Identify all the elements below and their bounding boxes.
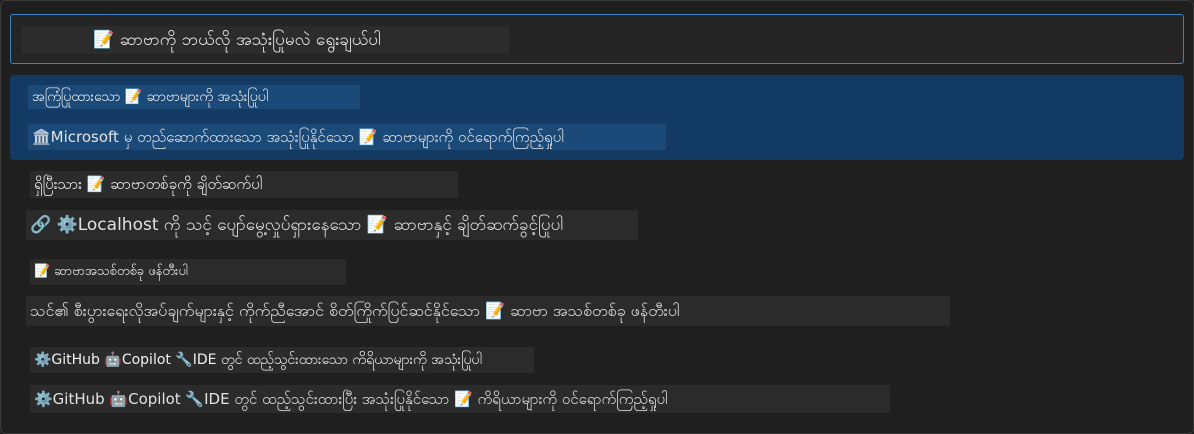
list-item-description: 🔗 ⚙️Localhost ကို သင့် ပျော်မွေ့လှုပ်ရှာ… <box>26 210 638 240</box>
list-item-description: ⚙️GitHub 🤖Copilot 🔧IDE တွင် ထည့်သွင်းထား… <box>30 385 890 413</box>
list-item-description: 🏛️Microsoft မှ တည်ဆောက်ထားသော အသုံးပြုနိ… <box>28 124 666 150</box>
search-input[interactable]: 📝 ဆာဗာကို ဘယ်လို အသုံးပြုမလဲ ရွေးချယ်ပါ <box>10 14 1184 64</box>
list-item-create-new-server[interactable]: 📝 ဆာဗာအသစ်တစ်ခု ဖန်တီးပါ သင်၏ စီးပွားရေး… <box>10 256 1184 331</box>
list-item-description: သင်၏ စီးပွားရေးလိုအပ်ချက်များနှင့် ကိုက်… <box>26 296 950 326</box>
list-item-title: ရှိပြီးသား 📝 ဆာဗာတစ်ခုကို ချိတ်ဆက်ပါ <box>30 171 458 198</box>
list-item-title: 📝 ဆာဗာအသစ်တစ်ခု ဖန်တီးပါ <box>30 259 346 285</box>
list-item-connect-existing-server[interactable]: ရှိပြီးသား 📝 ဆာဗာတစ်ခုကို ချိတ်ဆက်ပါ 🔗 ⚙… <box>10 167 1184 243</box>
list-item-builtin-tools[interactable]: ⚙️GitHub 🤖Copilot 🔧IDE တွင် ထည့်သွင်းထား… <box>10 344 1184 419</box>
search-input-text[interactable]: 📝 ဆာဗာကို ဘယ်လို အသုံးပြုမလဲ ရွေးချယ်ပါ <box>21 26 509 54</box>
list-item-title: အကြံပြုထားသော 📝 ဆာဗာများကို အသုံးပြုပါ <box>28 85 360 109</box>
list-item-recommended-servers[interactable]: အကြံပြုထားသော 📝 ဆာဗာများကို အသုံးပြုပါ 🏛… <box>10 75 1184 160</box>
list-item-title: ⚙️GitHub 🤖Copilot 🔧IDE တွင် ထည့်သွင်းထား… <box>30 347 534 373</box>
quick-pick-panel: 📝 ဆာဗာကို ဘယ်လို အသုံးပြုမလဲ ရွေးချယ်ပါ … <box>0 0 1194 434</box>
